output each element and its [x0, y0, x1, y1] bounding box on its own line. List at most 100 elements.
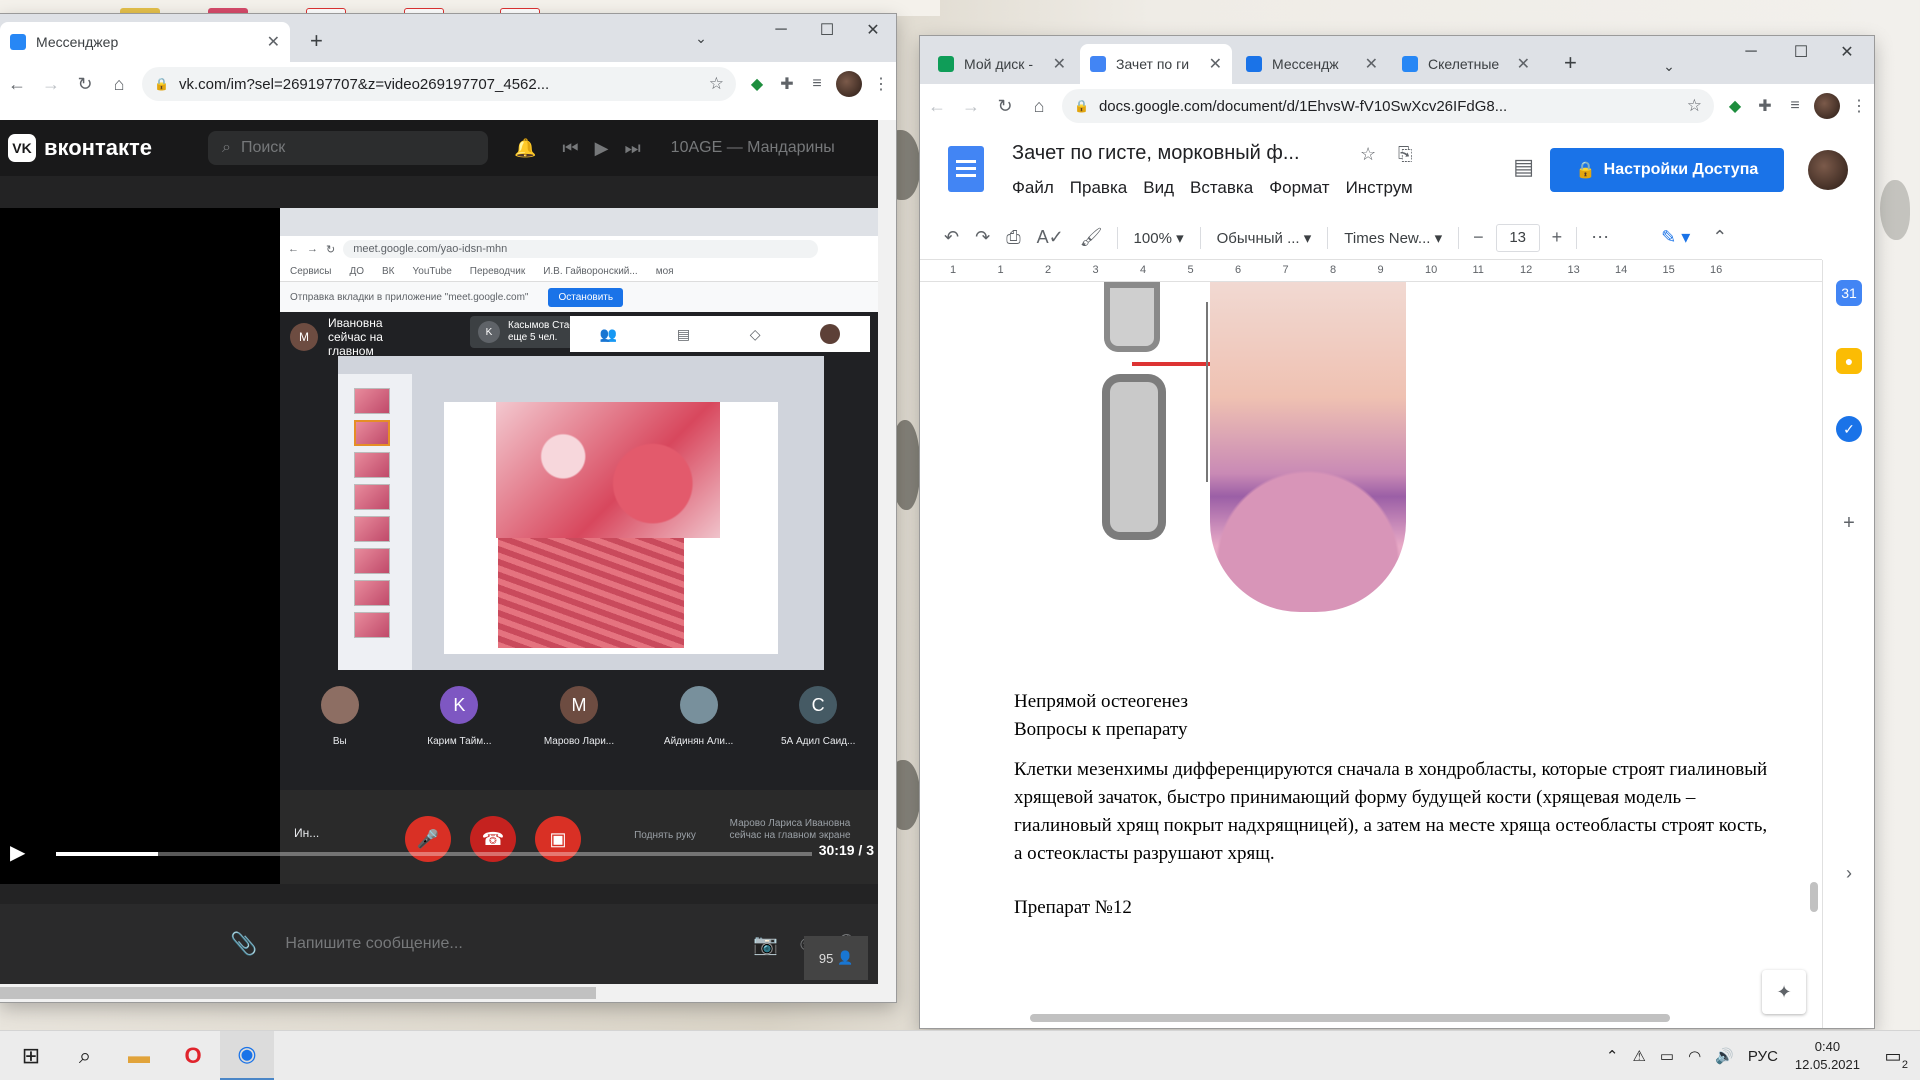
profile-avatar[interactable] — [836, 71, 862, 97]
shield-extension-icon[interactable]: ◆ — [742, 74, 772, 94]
document-page[interactable]: Непрямой остеогенез Вопросы к препарату … — [920, 282, 1822, 1028]
tasks-icon[interactable]: ✓ — [1836, 416, 1862, 442]
profile-avatar[interactable] — [1814, 93, 1840, 119]
vertical-scrollbar[interactable] — [878, 120, 896, 1002]
font-size-input[interactable]: 13 — [1495, 223, 1540, 252]
tab-drive[interactable]: Мой диск - ✕ — [928, 44, 1076, 84]
bookmark-star-icon[interactable]: ☆ — [1687, 96, 1702, 116]
font-select[interactable]: Times New... ▾ — [1344, 229, 1442, 247]
menu-edit[interactable]: Правка — [1070, 178, 1127, 198]
address-bar[interactable]: 🔒 vk.com/im?sel=269197707&z=video2691977… — [142, 67, 736, 101]
play-track-icon[interactable]: ▶ — [595, 138, 609, 159]
home-icon[interactable]: ⌂ — [102, 74, 136, 95]
show-hidden-icons-chevron-icon[interactable]: ⌃ — [1606, 1047, 1619, 1065]
forward-icon[interactable]: → — [954, 96, 988, 117]
close-tab-icon[interactable]: ✕ — [1047, 54, 1066, 74]
tab-vk[interactable]: Скелетные ✕ — [1392, 44, 1540, 84]
collapse-menus-icon[interactable]: ⌃ — [1712, 227, 1727, 248]
horizontal-scrollbar[interactable] — [1030, 1014, 1670, 1022]
tab-messenger[interactable]: Мессенджер ✕ — [0, 22, 290, 62]
minimize-button[interactable]: ─ — [758, 14, 804, 46]
close-window-button[interactable]: ✕ — [1824, 36, 1870, 68]
video-progress-bar[interactable] — [56, 852, 812, 856]
back-icon[interactable]: ← — [0, 74, 34, 95]
extensions-puzzle-icon[interactable]: ✚ — [1750, 96, 1780, 116]
reload-icon[interactable]: ↻ — [988, 96, 1022, 117]
horizontal-scrollbar[interactable] — [0, 984, 878, 1002]
volume-icon[interactable]: 🔊 — [1715, 1047, 1734, 1065]
now-playing-track[interactable]: 10AGE — Мандарины — [671, 139, 835, 157]
menu-format[interactable]: Формат — [1269, 178, 1329, 198]
media-control-icon[interactable]: ≡ — [802, 75, 832, 93]
bookmark-star-icon[interactable]: ☆ — [709, 74, 724, 94]
redo-icon[interactable]: ↷ — [975, 227, 990, 248]
previous-track-icon[interactable]: ⏮ — [562, 138, 578, 159]
share-button[interactable]: 🔒 Настройки Доступа — [1550, 148, 1784, 192]
notification-center-icon[interactable]: ▭ 2 — [1878, 1041, 1908, 1071]
back-icon[interactable]: ← — [920, 96, 954, 117]
decrease-font-size-button[interactable]: − — [1473, 227, 1484, 248]
close-tab-icon[interactable]: ✕ — [1203, 54, 1222, 74]
start-windows-icon[interactable]: ⊞ — [4, 1031, 58, 1080]
wifi-icon[interactable]: ◠ — [1688, 1047, 1701, 1065]
close-window-button[interactable]: ✕ — [850, 14, 896, 46]
scrollbar-thumb[interactable] — [0, 987, 596, 999]
maximize-button[interactable]: ☐ — [804, 14, 850, 46]
new-tab-button[interactable]: + — [310, 28, 323, 54]
home-icon[interactable]: ⌂ — [1022, 96, 1056, 117]
play-icon[interactable]: ▶ — [10, 840, 25, 865]
security-icon[interactable]: ⚠ — [1632, 1047, 1645, 1065]
move-folder-icon[interactable]: ⎘ — [1398, 144, 1412, 165]
keep-icon[interactable]: ● — [1836, 348, 1862, 374]
new-tab-button[interactable]: + — [1564, 50, 1577, 76]
menu-insert[interactable]: Вставка — [1190, 178, 1253, 198]
minimize-button[interactable]: ─ — [1728, 36, 1774, 68]
next-track-icon[interactable]: ⏭ — [624, 138, 640, 159]
menu-tools[interactable]: Инструм — [1346, 178, 1413, 198]
reload-icon[interactable]: ↻ — [68, 74, 102, 95]
increase-font-size-button[interactable]: + — [1552, 227, 1563, 248]
more-options-icon[interactable]: ⋯ — [1591, 227, 1609, 248]
account-avatar[interactable] — [1808, 150, 1848, 190]
paint-format-icon[interactable]: 🖌 — [1080, 227, 1103, 248]
tab-messenger[interactable]: Мессендж ✕ — [1236, 44, 1388, 84]
paragraph-style-select[interactable]: Обычный ... ▾ — [1217, 229, 1312, 247]
close-tab-icon[interactable]: ✕ — [1359, 54, 1378, 74]
google-docs-logo-icon[interactable] — [948, 146, 984, 192]
notifications-bell-icon[interactable]: 🔔 — [514, 138, 536, 159]
vk-logo[interactable]: VK вконтакте — [8, 134, 208, 162]
menu-view[interactable]: Вид — [1143, 178, 1174, 198]
tab-search-icon[interactable]: ⌄ — [678, 22, 724, 54]
attach-icon[interactable]: 📎 — [230, 931, 257, 957]
message-input[interactable]: Напишите сообщение... — [285, 935, 753, 953]
chrome-browser-icon[interactable]: ◉ — [220, 1030, 274, 1080]
expand-panel-icon[interactable]: › — [1836, 860, 1862, 886]
camera-icon[interactable]: 📷 — [753, 932, 778, 957]
add-addon-icon[interactable]: + — [1836, 510, 1862, 536]
clock[interactable]: 0:40 12.05.2021 — [1795, 1038, 1860, 1074]
calendar-icon[interactable]: 31 — [1836, 280, 1862, 306]
zoom-select[interactable]: 100% ▾ — [1134, 229, 1184, 247]
comment-history-icon[interactable]: ▤ — [1513, 154, 1534, 180]
menu-kebab-icon[interactable]: ⋮ — [1844, 96, 1874, 116]
menu-file[interactable]: Файл — [1012, 178, 1054, 198]
vk-search-input[interactable]: ⌕ Поиск — [208, 131, 488, 165]
spellcheck-icon[interactable]: A✓ — [1037, 227, 1064, 248]
file-explorer-icon[interactable]: ▬ — [112, 1031, 166, 1080]
extensions-puzzle-icon[interactable]: ✚ — [772, 74, 802, 94]
forward-icon[interactable]: → — [34, 74, 68, 95]
document-title[interactable]: Зачет по гисте, морковный ф... — [1012, 142, 1300, 165]
ruler[interactable]: 1 1 2 3 4 5 6 7 8 9 10 11 12 13 14 15 16 — [920, 260, 1822, 282]
search-icon[interactable]: ⌕ — [58, 1031, 112, 1080]
explore-button[interactable]: ✦ — [1762, 970, 1806, 1014]
maximize-button[interactable]: ☐ — [1778, 36, 1824, 68]
print-icon[interactable]: ⎙ — [1006, 227, 1020, 248]
close-tab-icon[interactable]: ✕ — [1511, 54, 1530, 74]
menu-kebab-icon[interactable]: ⋮ — [866, 74, 896, 94]
opera-browser-icon[interactable]: O — [166, 1031, 220, 1080]
star-icon[interactable]: ☆ — [1360, 144, 1376, 165]
tab-search-icon[interactable]: ⌄ — [1646, 50, 1692, 82]
video-player[interactable]: ← → ↻ meet.google.com/yao-idsn-mhn Серви… — [0, 208, 878, 884]
input-language[interactable]: РУС — [1748, 1048, 1778, 1065]
battery-icon[interactable]: ▭ — [1660, 1047, 1674, 1065]
